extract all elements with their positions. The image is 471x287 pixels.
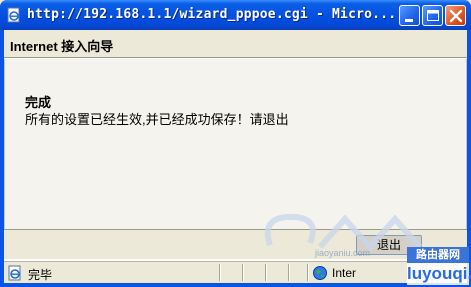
status-text: 完毕 <box>28 268 53 282</box>
watermark-brand-top: 路由器网 <box>407 247 469 263</box>
completion-message: 所有的设置已经生效,并已经成功保存！请退出 <box>25 112 289 127</box>
close-button[interactable] <box>445 5 466 26</box>
wizard-header: Internet 接入向导 <box>4 30 467 58</box>
status-divider <box>288 264 289 281</box>
internet-globe-icon <box>312 265 328 281</box>
minimize-icon <box>405 19 413 22</box>
status-divider <box>307 264 308 281</box>
window-title: http://192.168.1.1/wizard_pppoe.cgi - Mi… <box>27 7 397 22</box>
minimize-button[interactable] <box>399 5 420 26</box>
status-divider <box>219 264 220 281</box>
browser-popup-window: http://192.168.1.1/wizard_pppoe.cgi - Mi… <box>0 0 471 287</box>
close-icon <box>449 9 463 23</box>
security-zone-label: Inter <box>332 266 357 280</box>
status-divider <box>242 264 243 281</box>
watermark-brand-bottom: luyouqi.com <box>407 264 471 283</box>
status-bar: 完毕 Inter <box>4 261 467 283</box>
watermark-small-text: jiaoyaniu.com <box>315 248 371 258</box>
status-divider <box>265 264 266 281</box>
wizard-footer: 退出 <box>4 229 467 259</box>
maximize-icon <box>427 10 439 21</box>
page-content: Internet 接入向导 完成 所有的设置已经生效,并已经成功保存！请退出 退… <box>4 30 467 283</box>
maximize-button[interactable] <box>422 5 443 26</box>
ie-page-icon <box>6 7 22 23</box>
watermark-brand: 路由器网 luyouqi.com <box>407 247 471 285</box>
page-done-icon <box>7 265 23 281</box>
wizard-title: Internet 接入向导 <box>10 39 114 54</box>
title-bar[interactable]: http://192.168.1.1/wizard_pppoe.cgi - Mi… <box>0 0 471 30</box>
